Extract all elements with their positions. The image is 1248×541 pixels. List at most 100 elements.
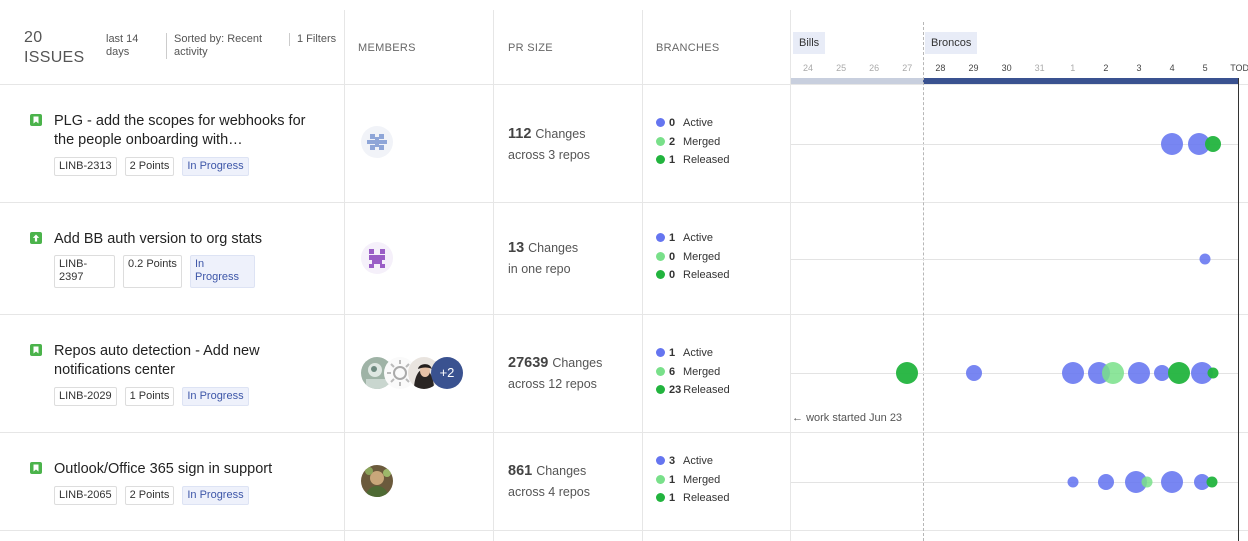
work-started-note: ← work started Jun 23 xyxy=(792,412,903,424)
changes-number: 861 xyxy=(508,463,533,479)
timeline-event-released[interactable] xyxy=(1167,362,1190,384)
sprint-chip-bills[interactable]: Bills xyxy=(793,32,826,54)
branch-label: Active xyxy=(683,455,713,467)
branches-column-header: BRANCHES xyxy=(656,42,720,54)
branch-active-count: 1 Active xyxy=(656,231,713,245)
pr-changes-count: 112 Changes xyxy=(508,126,585,142)
sort-control[interactable]: Sorted by: Recent activity xyxy=(166,33,278,59)
released-dot-icon xyxy=(656,493,665,502)
branch-merged-count: 1 Merged xyxy=(656,473,720,487)
issue-row[interactable]: PLG - add the scopes for webhooks for th… xyxy=(0,84,1248,202)
timeline-event-active[interactable] xyxy=(1161,133,1184,155)
changes-label: Changes xyxy=(528,241,579,255)
branch-count: 1 xyxy=(669,473,676,486)
pr-repos-count: in one repo xyxy=(508,262,571,276)
timeline-event-active[interactable] xyxy=(1128,362,1150,384)
issue-tags: LINB-2397 0.2 Points In Progress xyxy=(54,255,255,288)
story-points-tag: 2 Points xyxy=(124,486,175,505)
timeline-row-axis xyxy=(791,259,1238,260)
avatar[interactable] xyxy=(361,242,393,274)
branch-released-count: 1 Released xyxy=(656,491,729,505)
sprint-chip-broncos[interactable]: Broncos xyxy=(925,32,978,54)
branch-label: Active xyxy=(683,117,713,129)
branch-count: 1 xyxy=(669,347,676,359)
story-points-tag: 1 Points xyxy=(124,387,175,406)
branch-label: Merged xyxy=(683,250,721,263)
arrow-left-icon: ← xyxy=(792,412,803,424)
avatar[interactable] xyxy=(361,126,393,158)
issue-title[interactable]: Repos auto detection - Add new notificat… xyxy=(54,342,309,380)
timeline-day-label: 3 xyxy=(1136,63,1142,73)
pr-repos-count: across 3 repos xyxy=(508,148,590,162)
timeline-event-active[interactable] xyxy=(1097,474,1114,490)
branch-released-count: 0 Released xyxy=(656,268,729,282)
timeline-event-active[interactable] xyxy=(1161,471,1184,493)
timeline-day-label: 29 xyxy=(968,63,979,73)
timeline-event-released[interactable] xyxy=(1205,136,1222,152)
changes-label: Changes xyxy=(535,127,586,141)
branch-merged-count: 0 Merged xyxy=(656,250,720,264)
merged-dot-icon xyxy=(656,366,665,376)
timeline-event-released[interactable] xyxy=(896,362,919,384)
status-badge: In Progress xyxy=(182,387,249,406)
branch-label: Active xyxy=(683,347,713,359)
branch-count: 0 xyxy=(669,117,676,129)
timeline-event-released[interactable] xyxy=(1207,367,1219,379)
branch-label: Active xyxy=(683,232,713,244)
issue-key-tag[interactable]: LINB-2397 xyxy=(54,255,115,288)
timeline-event-released[interactable] xyxy=(1206,476,1218,488)
branch-released-count: 23 Released xyxy=(656,383,730,397)
pr-changes-count: 861 Changes xyxy=(508,463,586,479)
timeline-event-merged[interactable] xyxy=(1141,476,1153,488)
period-filter[interactable]: last 14 days xyxy=(106,33,158,59)
timeline-day-label: 1 xyxy=(1070,63,1076,73)
timeline-event-active[interactable] xyxy=(1199,253,1211,265)
issue-title[interactable]: Add BB auth version to org stats xyxy=(54,230,309,249)
branch-active-count: 0 Active xyxy=(656,116,713,130)
branch-merged-count: 2 Merged xyxy=(656,135,720,149)
filters-button[interactable]: 1 Filters xyxy=(289,33,337,46)
issue-key-tag[interactable]: LINB-2029 xyxy=(54,387,117,406)
branch-label: Merged xyxy=(683,473,721,486)
timeline-day-label: 30 xyxy=(1001,63,1012,73)
status-badge: In Progress xyxy=(182,486,249,505)
issue-row[interactable]: Add BB auth version to org stats LINB-239… xyxy=(0,202,1248,314)
merged-dot-icon xyxy=(656,251,665,261)
branch-count: 23 xyxy=(669,384,682,396)
timeline-day-label: 24 xyxy=(802,63,813,73)
issue-row[interactable]: Repos auto detection - Add new notificat… xyxy=(0,314,1248,432)
pr-changes-count: 13 Changes xyxy=(508,240,578,256)
changes-number: 27639 xyxy=(508,355,549,371)
branch-label: Released xyxy=(683,154,730,166)
timeline-day-label: TODAY xyxy=(1230,63,1248,73)
branch-count: 6 xyxy=(669,365,676,378)
issue-key-tag[interactable]: LINB-2065 xyxy=(54,486,117,505)
timeline-day-label: 27 xyxy=(902,63,913,73)
released-dot-icon xyxy=(656,270,665,279)
branch-merged-count: 6 Merged xyxy=(656,365,720,379)
story-icon xyxy=(30,462,42,474)
branch-label: Released xyxy=(683,269,730,281)
timeline-event-active[interactable] xyxy=(1067,476,1079,488)
pr-changes-count: 27639 Changes xyxy=(508,355,602,371)
more-members-badge[interactable]: +2 xyxy=(431,357,463,389)
story-points-tag: 2 Points xyxy=(124,157,175,176)
active-dot-icon xyxy=(656,456,665,465)
merged-dot-icon xyxy=(656,474,665,484)
status-badge: In Progress xyxy=(182,157,249,176)
branch-active-count: 1 Active xyxy=(656,346,713,360)
issue-title[interactable]: Outlook/Office 365 sign in support xyxy=(54,460,309,479)
issue-row[interactable]: Outlook/Office 365 sign in support LINB-2… xyxy=(0,432,1248,530)
improvement-icon xyxy=(30,232,42,244)
issue-key-tag[interactable]: LINB-2313 xyxy=(54,157,117,176)
timeline-event-active[interactable] xyxy=(1061,362,1084,384)
status-badge: In Progress xyxy=(190,255,255,288)
timeline-day-label: 4 xyxy=(1169,63,1175,73)
branch-count: 1 xyxy=(669,492,676,504)
issue-tags: LINB-2065 2 Points In Progress xyxy=(54,486,249,505)
timeline-day-label: 31 xyxy=(1034,63,1045,73)
issue-title[interactable]: PLG - add the scopes for webhooks for th… xyxy=(54,112,309,150)
timeline-event-merged[interactable] xyxy=(1101,362,1124,384)
timeline-event-active[interactable] xyxy=(965,365,982,381)
avatar[interactable] xyxy=(361,465,393,497)
